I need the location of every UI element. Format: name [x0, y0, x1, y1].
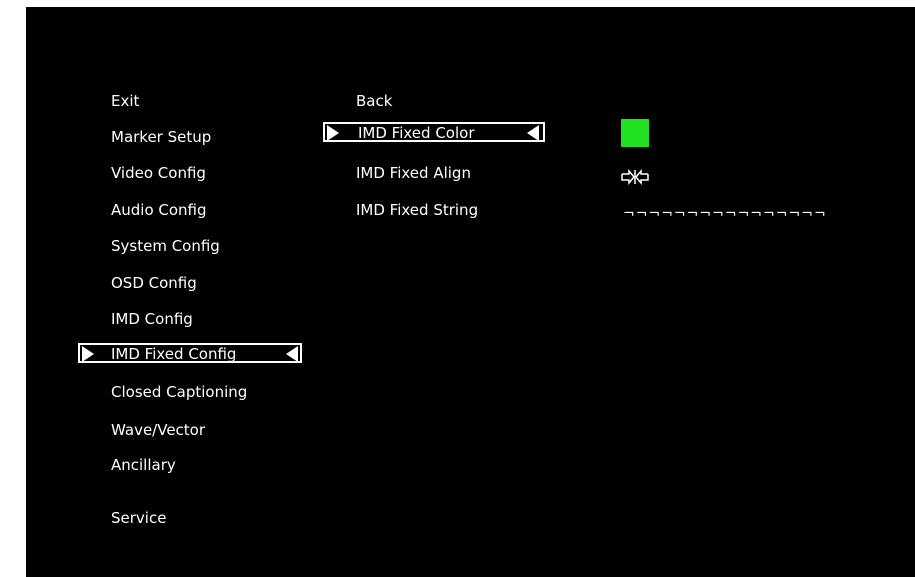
menu-item-ancillary[interactable]: Ancillary [111, 456, 176, 474]
submenu-item-label: IMD Fixed Color [358, 124, 475, 142]
menu-item-audio-config[interactable]: Audio Config [111, 201, 207, 219]
menu-item-osd-config[interactable]: OSD Config [111, 274, 197, 292]
osd-screen: Exit Marker Setup Video Config Audio Con… [26, 7, 915, 577]
menu-item-wave-vector[interactable]: Wave/Vector [111, 421, 205, 439]
selection-left-arrow-icon [286, 346, 298, 362]
menu-item-imd-fixed-config[interactable]: IMD Fixed Config [78, 343, 302, 363]
menu-item-service[interactable]: Service [111, 509, 166, 527]
selection-right-arrow-icon [327, 125, 339, 141]
fixed-color-swatch[interactable] [621, 119, 649, 147]
submenu-item-imd-fixed-color[interactable]: IMD Fixed Color [323, 122, 545, 142]
selection-left-arrow-icon [527, 125, 539, 141]
menu-item-imd-config[interactable]: IMD Config [111, 310, 193, 328]
selection-right-arrow-icon [82, 346, 94, 362]
menu-item-closed-captioning[interactable]: Closed Captioning [111, 383, 247, 401]
center-align-icon[interactable] [621, 169, 649, 185]
menu-item-system-config[interactable]: System Config [111, 237, 220, 255]
menu-item-exit[interactable]: Exit [111, 92, 139, 110]
menu-item-video-config[interactable]: Video Config [111, 164, 206, 182]
submenu-item-imd-fixed-string[interactable]: IMD Fixed String [356, 201, 478, 219]
submenu-item-imd-fixed-align[interactable]: IMD Fixed Align [356, 164, 471, 182]
submenu-back[interactable]: Back [356, 92, 392, 110]
fixed-string-value[interactable]: ¬¬¬¬¬¬¬¬¬¬¬¬¬¬¬¬ [623, 206, 827, 222]
menu-item-marker-setup[interactable]: Marker Setup [111, 128, 211, 146]
menu-item-label: IMD Fixed Config [111, 345, 237, 363]
